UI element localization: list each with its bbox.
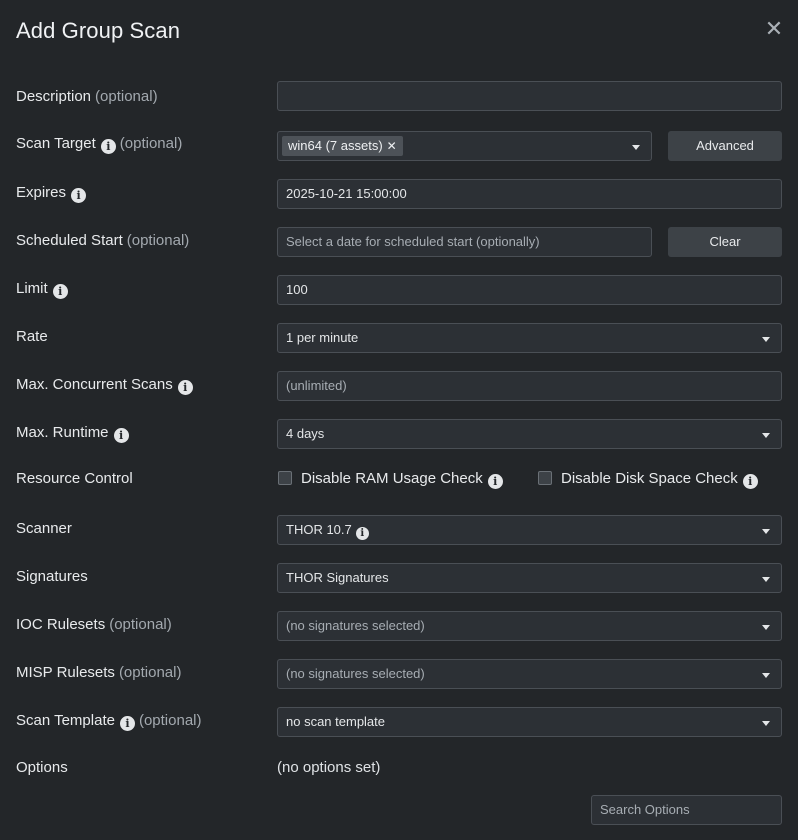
signatures-select[interactable]: THOR Signatures — [277, 563, 782, 593]
expires-input[interactable]: 2025-10-21 15:00:00 — [277, 179, 782, 209]
row-scan-target: Scan Target i (optional) win64 (7 assets) ✕… — [0, 128, 798, 161]
chevron-down-icon[interactable] — [762, 625, 770, 630]
info-icon[interactable]: i — [113, 428, 129, 443]
max-concurrent-input[interactable]: (unlimited) — [277, 371, 782, 401]
options-label: Options — [16, 759, 68, 776]
close-icon[interactable]: ✕ — [763, 19, 785, 41]
chevron-down-icon[interactable] — [762, 577, 770, 582]
scheduled-start-input[interactable]: Select a date for scheduled start (optio… — [277, 227, 652, 257]
signatures-label: Signatures — [16, 568, 88, 585]
rate-select[interactable]: 1 per minute — [277, 323, 782, 353]
chevron-down-icon[interactable] — [762, 337, 770, 342]
row-rate: Rate 1 per minute — [0, 321, 798, 353]
ioc-rulesets-label: IOC Rulesets (optional) — [16, 616, 172, 633]
scan-target-tag: win64 (7 assets) ✕ — [282, 136, 403, 156]
info-icon[interactable]: i — [355, 527, 369, 540]
misp-rulesets-label: MISP Rulesets (optional) — [16, 664, 182, 681]
max-concurrent-label: Max. Concurrent Scans i — [16, 369, 193, 401]
scanner-label: Scanner — [16, 520, 72, 537]
max-runtime-select[interactable]: 4 days — [277, 419, 782, 449]
misp-rulesets-select[interactable]: (no signatures selected) — [277, 659, 782, 689]
info-icon[interactable]: i — [487, 474, 503, 489]
row-description: Description (optional) — [0, 81, 798, 113]
info-icon[interactable]: i — [52, 284, 68, 299]
row-expires: Expires i 2025-10-21 15:00:00 — [0, 177, 798, 209]
expires-label: Expires i — [16, 177, 87, 209]
limit-input[interactable]: 100 — [277, 275, 782, 305]
row-signatures: Signatures THOR Signatures — [0, 561, 798, 593]
scan-target-label: Scan Target i (optional) — [16, 135, 183, 154]
info-icon[interactable]: i — [119, 716, 135, 731]
search-options-input[interactable]: Search Options — [591, 795, 782, 825]
disable-disk-checkbox[interactable] — [538, 471, 552, 485]
rate-label: Rate — [16, 328, 48, 345]
scan-target-select[interactable]: win64 (7 assets) ✕ — [277, 131, 652, 161]
chevron-down-icon[interactable] — [762, 433, 770, 438]
chevron-down-icon[interactable] — [762, 529, 770, 534]
chevron-down-icon[interactable] — [632, 145, 640, 150]
row-ioc-rulesets: IOC Rulesets (optional) (no signatures se… — [0, 609, 798, 641]
disable-ram-checkbox[interactable] — [278, 471, 292, 485]
row-max-concurrent: Max. Concurrent Scans i (unlimited) — [0, 369, 798, 401]
row-scan-template: Scan Template i (optional) no scan templat… — [0, 705, 798, 737]
row-limit: Limit i 100 — [0, 273, 798, 305]
advanced-button[interactable]: Advanced — [668, 131, 782, 161]
dialog-title: Add Group Scan — [16, 18, 181, 43]
chevron-down-icon[interactable] — [762, 721, 770, 726]
info-icon[interactable]: i — [100, 139, 116, 154]
row-max-runtime: Max. Runtime i 4 days — [0, 417, 798, 449]
scheduled-start-label: Scheduled Start (optional) — [16, 232, 190, 249]
resource-control-label: Resource Control — [16, 470, 133, 487]
limit-label: Limit i — [16, 273, 68, 305]
info-icon[interactable]: i — [71, 188, 87, 203]
chevron-down-icon[interactable] — [762, 673, 770, 678]
row-resource-control: Resource Control Disable RAM Usage Check… — [0, 463, 798, 495]
add-group-scan-dialog: Add Group Scan ✕ Description (optional) S… — [0, 0, 798, 840]
max-runtime-label: Max. Runtime i — [16, 417, 129, 449]
row-scheduled-start: Scheduled Start (optional) Select a date … — [0, 225, 798, 257]
row-options: Options (no options set) — [0, 752, 798, 784]
clear-button[interactable]: Clear — [668, 227, 782, 257]
description-input[interactable] — [277, 81, 782, 111]
info-icon[interactable]: i — [177, 380, 193, 395]
description-label: Description (optional) — [16, 88, 158, 105]
tag-remove-icon[interactable]: ✕ — [387, 139, 397, 153]
scan-template-label: Scan Template i (optional) — [16, 712, 202, 731]
scan-template-select[interactable]: no scan template — [277, 707, 782, 737]
disable-ram-label[interactable]: Disable RAM Usage Check i — [301, 463, 503, 495]
disable-disk-label[interactable]: Disable Disk Space Check i — [561, 463, 758, 495]
row-misp-rulesets: MISP Rulesets (optional) (no signatures s… — [0, 657, 798, 689]
options-value: (no options set) — [277, 759, 381, 776]
row-scanner: Scanner THOR 10.7 i — [0, 513, 798, 545]
scanner-select[interactable]: THOR 10.7 i — [277, 515, 782, 545]
ioc-rulesets-select[interactable]: (no signatures selected) — [277, 611, 782, 641]
info-icon[interactable]: i — [742, 474, 758, 489]
